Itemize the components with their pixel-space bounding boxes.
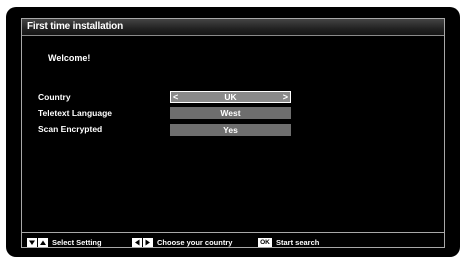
arrow-right-icon[interactable]: > [283,92,288,102]
start-search-text: Start search [276,238,320,247]
country-selector[interactable]: < UK > [170,91,291,103]
welcome-text: Welcome! [48,53,91,63]
teletext-language-selector[interactable]: West [170,107,291,119]
teletext-language-label: Teletext Language [38,108,112,118]
hint-choose-country: Choose your country [132,238,232,247]
country-value: UK [224,92,237,102]
country-label: Country [38,92,71,102]
triangle-down-icon [27,238,37,247]
ok-key-icon: OK [258,238,272,247]
triangle-left-icon [132,238,142,247]
hint-select-setting: Select Setting [27,238,102,247]
page-title: First time installation [27,21,123,32]
installation-panel: First time installation Welcome! Country… [21,18,445,248]
triangle-up-icon [38,238,48,247]
tv-screen: First time installation Welcome! Country… [6,7,460,257]
scan-encrypted-selector[interactable]: Yes [170,124,291,136]
arrow-left-icon[interactable]: < [173,92,178,102]
teletext-language-value: West [220,108,241,118]
scan-encrypted-value: Yes [223,125,238,135]
up-down-keys [27,238,48,247]
footer-divider [22,232,444,233]
title-bar: First time installation [22,19,444,36]
choose-country-text: Choose your country [157,238,233,247]
hint-start-search: OK Start search [258,238,319,247]
left-right-keys [132,238,153,247]
scan-encrypted-label: Scan Encrypted [38,124,103,134]
select-setting-text: Select Setting [52,238,102,247]
triangle-right-icon [143,238,153,247]
